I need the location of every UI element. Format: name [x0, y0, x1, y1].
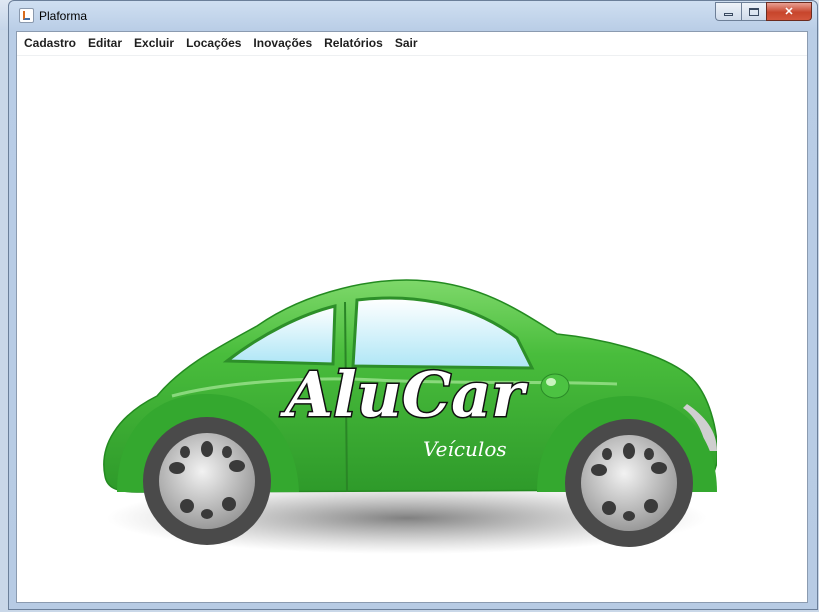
- close-icon: ✕: [784, 6, 794, 18]
- close-button[interactable]: ✕: [766, 2, 812, 21]
- window-title: Plaforma: [39, 9, 88, 23]
- java-app-icon: [19, 8, 34, 23]
- menu-editar[interactable]: Editar: [88, 32, 122, 55]
- brand-subtitle: Veículos: [423, 437, 507, 461]
- minimize-button[interactable]: [715, 2, 741, 21]
- menu-locacoes[interactable]: Locações: [186, 32, 241, 55]
- menu-bar: Cadastro Editar Excluir Locações Inovaçõ…: [17, 32, 807, 56]
- maximize-icon: [749, 7, 759, 16]
- app-window: Plaforma ✕ Cadastro Editar Excluir Locaç…: [8, 0, 818, 610]
- brand-text: AluCar: [280, 358, 528, 431]
- menu-relatorios[interactable]: Relatórios: [324, 32, 383, 55]
- menu-cadastro[interactable]: Cadastro: [24, 32, 76, 55]
- window-controls: ✕: [715, 2, 812, 21]
- menu-sair[interactable]: Sair: [395, 32, 418, 55]
- menu-excluir[interactable]: Excluir: [134, 32, 174, 55]
- client-area: Cadastro Editar Excluir Locações Inovaçõ…: [16, 31, 808, 603]
- menu-inovacoes[interactable]: Inovações: [253, 32, 312, 55]
- maximize-button[interactable]: [741, 2, 766, 21]
- main-content: AluCar Veículos: [17, 56, 807, 602]
- title-bar[interactable]: Plaforma ✕: [9, 1, 817, 31]
- minimize-icon: [724, 13, 733, 16]
- alucar-logo-car: AluCar Veículos: [103, 279, 717, 554]
